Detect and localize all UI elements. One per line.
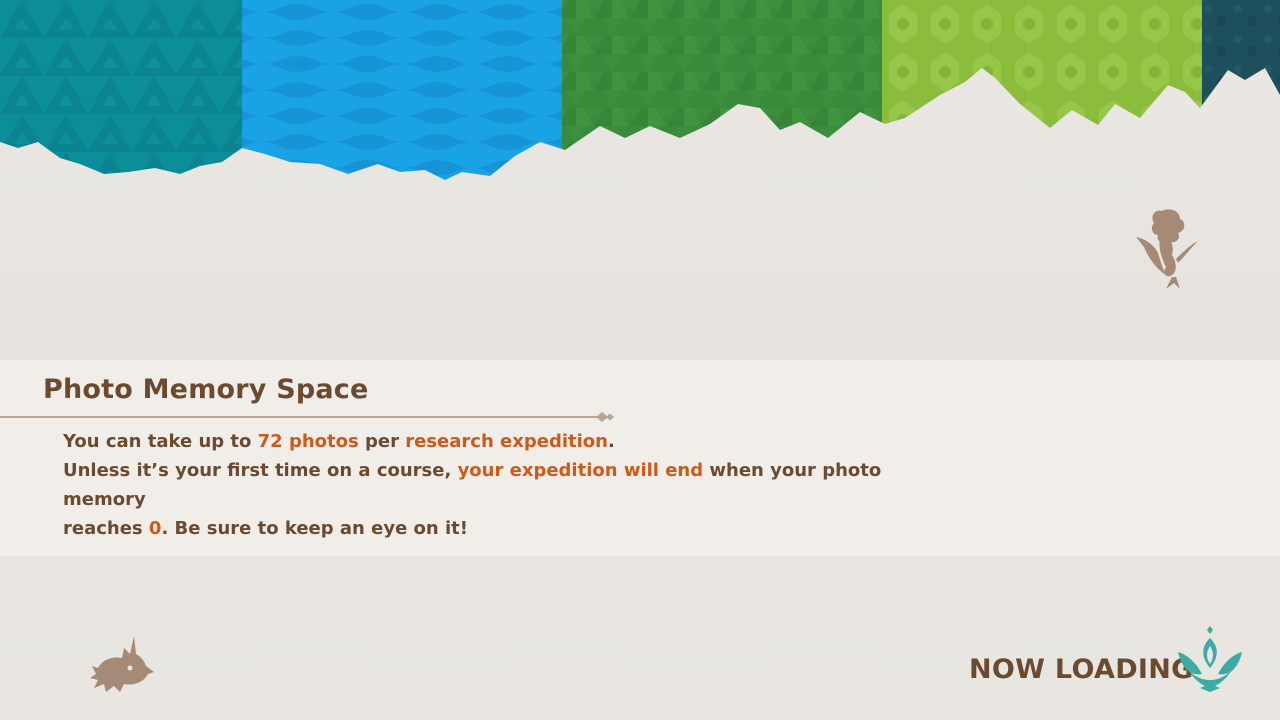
- title-divider: [0, 412, 614, 422]
- pokemon-silhouette-icon: [1136, 209, 1198, 289]
- tip-text: .: [607, 431, 615, 452]
- tip-text: . Be sure to keep an eye on it!: [161, 518, 468, 539]
- tip-text: Unless it’s your first time on a course,: [63, 460, 458, 481]
- tip-text: You can take up to: [63, 431, 258, 452]
- pokemon-silhouette-icon: [90, 636, 154, 692]
- tip-highlight: 72 photos: [257, 431, 359, 452]
- now-loading-label: NOW LOADING: [969, 654, 1194, 685]
- tip-highlight: your expedition will end: [457, 460, 704, 481]
- tip-highlight: 0: [148, 518, 162, 539]
- tip-body: You can take up to 72 photos per researc…: [63, 427, 963, 543]
- tip-highlight: research expedition: [405, 431, 608, 452]
- biome-banner: [0, 0, 1280, 180]
- loading-screen: Photo Memory Space You can take up to 72…: [0, 0, 1280, 720]
- flower-emblem-icon: [1178, 626, 1242, 692]
- tip-title: Photo Memory Space: [43, 374, 369, 405]
- tip-text: reaches: [63, 518, 149, 539]
- tip-text: per: [358, 431, 406, 452]
